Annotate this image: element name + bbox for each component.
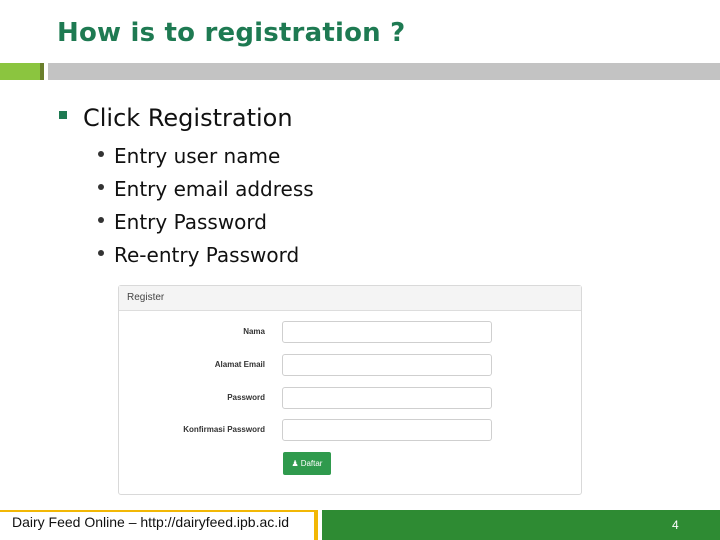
footer-green-bar (322, 510, 720, 540)
daftar-button[interactable]: ♟ Daftar (283, 452, 331, 475)
bullet-dot-icon (98, 216, 104, 223)
email-input[interactable] (282, 354, 492, 376)
password-input[interactable] (282, 387, 492, 409)
sub-bullet-item: Entry user name (98, 142, 314, 175)
form-row-nama: Nama (119, 321, 581, 345)
sub-bullet-list: Entry user name Entry email address Entr… (98, 142, 314, 274)
title-rule-gray (48, 63, 720, 80)
form-row-confirm-password: Konfirmasi Password (119, 419, 581, 443)
main-bullet-text: Click Registration (83, 104, 293, 132)
nama-input[interactable] (282, 321, 492, 343)
confirm-password-label: Konfirmasi Password (183, 425, 265, 434)
form-row-email: Alamat Email (119, 354, 581, 378)
sub-bullet-text: Re-entry Password (114, 243, 300, 267)
password-label: Password (227, 393, 265, 402)
sub-bullet-text: Entry user name (114, 144, 281, 168)
sub-bullet-item: Entry email address (98, 175, 314, 208)
bullet-dot-icon (98, 183, 104, 190)
title-rule-green (0, 63, 40, 80)
sub-bullet-item: Re-entry Password (98, 241, 314, 274)
sub-bullet-text: Entry email address (114, 177, 314, 201)
daftar-button-label: Daftar (300, 459, 323, 468)
sub-bullet-text: Entry Password (114, 210, 267, 234)
sub-bullet-item: Entry Password (98, 208, 314, 241)
register-panel: Register Nama Alamat Email Password Konf… (118, 285, 582, 495)
square-bullet-icon (59, 111, 67, 119)
slide-title: How is to registration ? (57, 18, 406, 48)
nama-label: Nama (243, 327, 265, 336)
register-panel-header: Register (119, 286, 581, 311)
user-icon: ♟ (291, 459, 299, 468)
footer-text: Dairy Feed Online – http://dairyfeed.ipb… (12, 514, 290, 530)
bullet-dot-icon (98, 150, 104, 157)
main-bullet: Click Registration (59, 104, 293, 132)
confirm-password-input[interactable] (282, 419, 492, 441)
email-label: Alamat Email (214, 360, 265, 369)
form-row-password: Password (119, 387, 581, 411)
page-number: 4 (672, 518, 679, 532)
bullet-dot-icon (98, 249, 104, 256)
